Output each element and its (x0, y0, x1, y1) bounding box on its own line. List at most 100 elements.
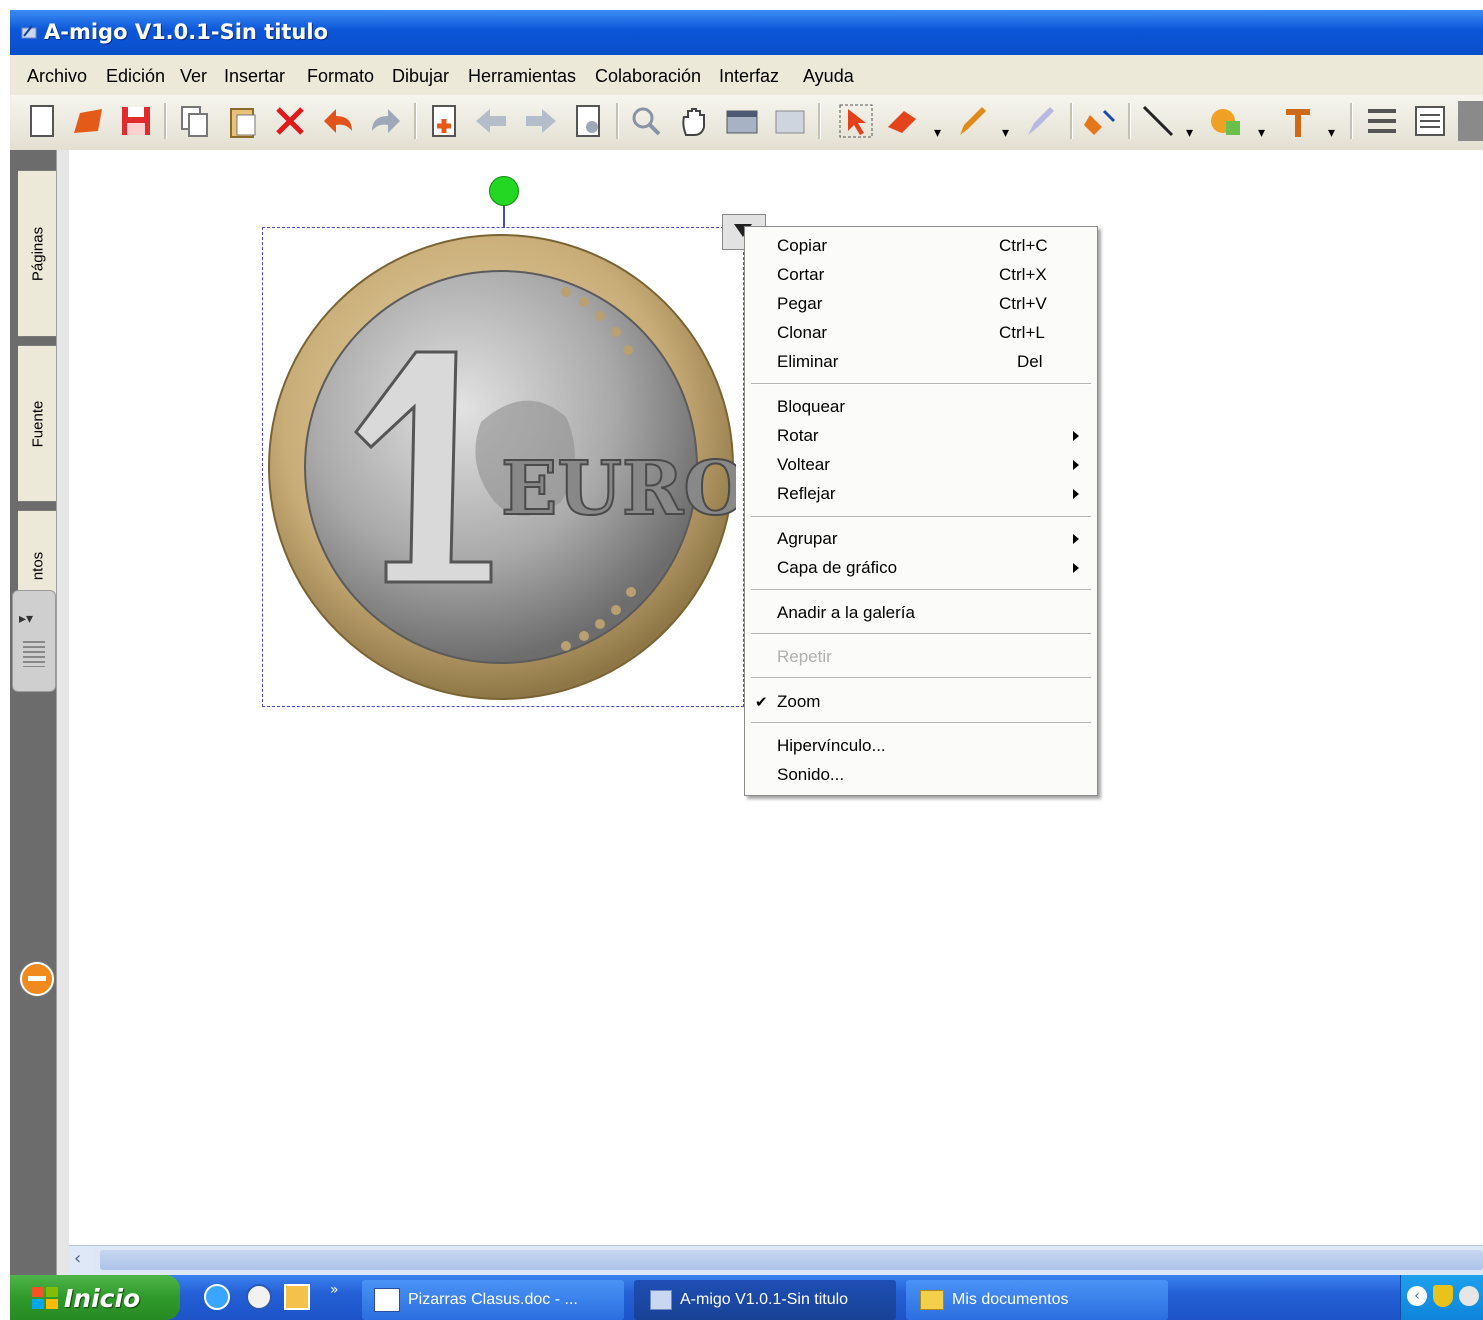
task-button-word[interactable]: Pizarras Clasus.doc - ... (362, 1280, 624, 1320)
desktop-icon[interactable] (284, 1284, 310, 1310)
prev-page-icon[interactable] (472, 101, 512, 141)
menu-colaboracion[interactable]: Colaboración (595, 66, 701, 87)
rotate-handle[interactable] (489, 176, 519, 206)
submenu-arrow-icon (1073, 489, 1079, 499)
line-dropdown-icon[interactable]: ▾ (1186, 125, 1193, 141)
task-label-word: Pizarras Clasus.doc - ... (408, 1291, 578, 1308)
open-icon[interactable] (68, 101, 108, 141)
menu-archivo[interactable]: Archivo (27, 66, 87, 87)
shortcut-copiar: Ctrl+C (999, 236, 1048, 255)
page-settings-icon[interactable] (568, 101, 608, 141)
menu-ayuda[interactable]: Ayuda (803, 66, 854, 87)
menu-item-copiar[interactable]: Copiar (777, 236, 827, 256)
paste-icon[interactable] (222, 101, 262, 141)
menu-item-clonar[interactable]: Clonar (777, 323, 827, 343)
tab-paginas[interactable]: Páginas (18, 170, 59, 337)
hand-icon[interactable] (674, 101, 714, 141)
app-icon (650, 1290, 672, 1310)
save-icon[interactable] (116, 101, 156, 141)
shape-dropdown-icon[interactable]: ▾ (1258, 125, 1265, 141)
delete-icon[interactable] (270, 101, 310, 141)
chevron-left-icon: ‹ (74, 1248, 82, 1269)
menu-separator (751, 677, 1091, 679)
menu-dibujar[interactable]: Dibujar (392, 66, 449, 87)
menu-item-sonido[interactable]: Sonido... (777, 765, 844, 785)
scroll-left-button[interactable]: ‹ (70, 1247, 94, 1271)
text-dropdown-icon[interactable]: ▾ (1328, 125, 1335, 141)
insert-page-icon[interactable] (424, 101, 464, 141)
menu-separator (751, 722, 1091, 724)
task-button-amigo[interactable]: A-migo V1.0.1-Sin titulo (634, 1280, 896, 1320)
menu-item-eliminar[interactable]: Eliminar (777, 352, 838, 372)
new-page-icon[interactable] (22, 101, 62, 141)
chevron-left-icon[interactable]: ‹ (1407, 1286, 1427, 1306)
submenu-arrow-icon (1073, 431, 1079, 441)
copy-icon[interactable] (174, 101, 214, 141)
menu-interfaz[interactable]: Interfaz (719, 66, 779, 87)
pen-dropdown-icon[interactable]: ▾ (1002, 125, 1009, 141)
ie-icon[interactable] (204, 1284, 230, 1310)
shade-icon[interactable] (770, 101, 810, 141)
menu-edicion[interactable]: Edición (106, 66, 165, 87)
system-tray: ‹ (1400, 1275, 1483, 1320)
folder-icon (920, 1290, 944, 1310)
eraser-dropdown-icon[interactable]: ▾ (934, 125, 941, 141)
menu-item-anadir-galeria[interactable]: Anadir a la galería (777, 603, 915, 623)
zoom-icon[interactable] (626, 101, 666, 141)
panel-toggle-button[interactable] (20, 962, 54, 996)
scrollbar-thumb[interactable] (100, 1250, 1483, 1270)
tab-fuente[interactable]: Fuente (18, 345, 59, 502)
menu-separator (751, 383, 1091, 385)
chevron-double-right-icon[interactable]: » (330, 1282, 339, 1298)
screen-icon[interactable] (722, 101, 762, 141)
fill-icon[interactable] (1080, 101, 1120, 141)
security-shield-icon[interactable] (1433, 1285, 1453, 1307)
highlighter-icon[interactable] (1020, 101, 1060, 141)
shape-icon[interactable] (1206, 101, 1246, 141)
menu-item-zoom[interactable]: Zoom (777, 692, 820, 712)
app-icon (21, 25, 37, 39)
window-title: A-migo V1.0.1-Sin titulo (44, 20, 329, 44)
menu-item-capa-grafico[interactable]: Capa de gráfico (777, 558, 897, 578)
list-icon[interactable] (1410, 101, 1450, 141)
panel-collapse-handle[interactable]: ▸▾ (12, 590, 56, 692)
menu-item-repetir: Repetir (777, 647, 832, 666)
select-icon[interactable] (836, 101, 876, 141)
selection-frame[interactable] (262, 227, 744, 707)
menu-bar: Archivo Edición Ver Insertar Formato Dib… (10, 55, 1483, 95)
menu-item-reflejar[interactable]: Reflejar (777, 484, 836, 504)
menu-insertar[interactable]: Insertar (224, 66, 285, 87)
menu-item-rotar[interactable]: Rotar (777, 426, 819, 446)
line-icon[interactable] (1138, 101, 1178, 141)
eraser-icon[interactable] (882, 101, 922, 141)
menu-item-agrupar[interactable]: Agrupar (777, 529, 837, 549)
text-icon[interactable] (1278, 101, 1318, 141)
menu-ver[interactable]: Ver (180, 66, 207, 87)
submenu-arrow-icon (1073, 460, 1079, 470)
panel-divider[interactable] (56, 150, 69, 1275)
expand-arrow-icon: ▸▾ (19, 611, 34, 627)
shortcut-cortar: Ctrl+X (999, 265, 1047, 284)
menu-item-pegar[interactable]: Pegar (777, 294, 822, 314)
menu-item-cortar[interactable]: Cortar (777, 265, 824, 285)
redo-icon[interactable] (366, 101, 406, 141)
more-tools-icon[interactable] (1458, 101, 1483, 141)
menu-item-bloquear[interactable]: Bloquear (777, 397, 845, 417)
media-player-icon[interactable] (246, 1284, 272, 1310)
menu-separator (751, 589, 1091, 591)
task-button-mis-documentos[interactable]: Mis documentos (906, 1280, 1168, 1320)
menu-separator (751, 516, 1091, 518)
menu-item-hipervinculo[interactable]: Hipervínculo... (777, 736, 886, 756)
start-label: Inicio (64, 1284, 141, 1313)
menu-herramientas[interactable]: Herramientas (468, 66, 576, 87)
shortcut-pegar: Ctrl+V (999, 294, 1047, 313)
menu-item-voltear[interactable]: Voltear (777, 455, 830, 475)
tab-paginas-label: Páginas (29, 226, 47, 281)
pen-icon[interactable] (952, 101, 992, 141)
align-icon[interactable] (1362, 101, 1402, 141)
next-page-icon[interactable] (520, 101, 560, 141)
menu-formato[interactable]: Formato (307, 66, 374, 87)
checkmark-icon: ✔ (755, 693, 768, 711)
tray-app-icon[interactable] (1459, 1286, 1479, 1306)
undo-icon[interactable] (318, 101, 358, 141)
